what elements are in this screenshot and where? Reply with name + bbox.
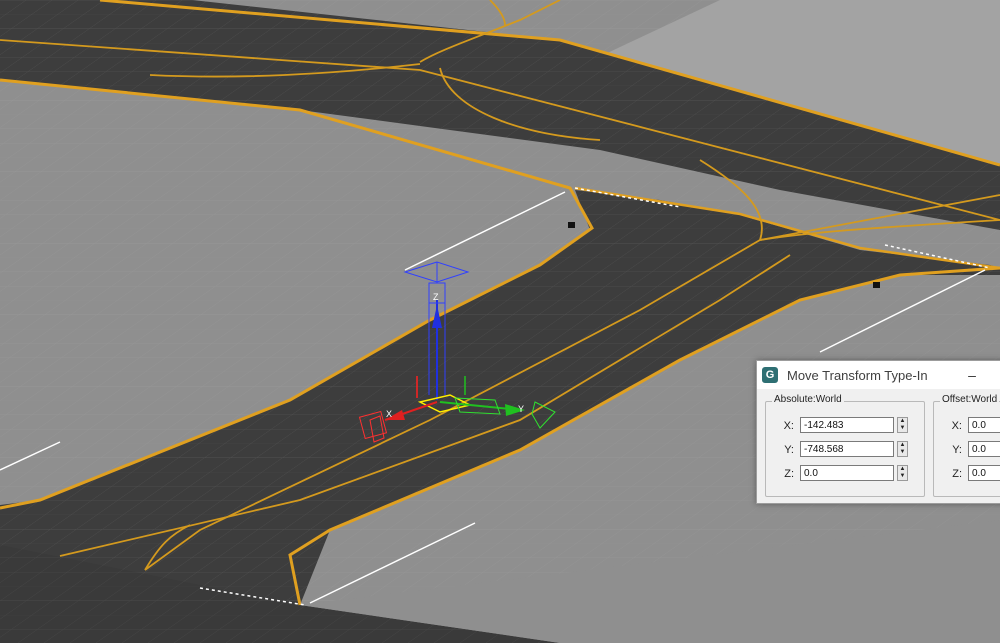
spinner-down-icon[interactable]: ▼ — [898, 473, 907, 480]
gizmo-y-label: Y — [518, 404, 524, 414]
spinner-up-icon[interactable]: ▲ — [898, 442, 907, 449]
abs-x-input[interactable]: -142.483 — [800, 417, 894, 433]
off-y-label: Y: — [952, 444, 962, 456]
spinner-down-icon[interactable]: ▼ — [898, 425, 907, 432]
spinner-down-icon[interactable]: ▼ — [898, 449, 907, 456]
abs-z-spinner[interactable]: ▲ ▼ — [897, 465, 908, 481]
move-transform-type-in-dialog[interactable]: G Move Transform Type-In – Absolute:Worl… — [756, 360, 1000, 504]
abs-z-label: Z: — [784, 468, 794, 480]
spinner-up-icon[interactable]: ▲ — [898, 418, 907, 425]
3ds-max-icon: G — [762, 367, 778, 383]
off-z-input[interactable]: 0.0 — [968, 465, 1000, 481]
off-x-input[interactable]: 0.0 — [968, 417, 1000, 433]
abs-y-spinner[interactable]: ▲ ▼ — [897, 441, 908, 457]
marker-left — [568, 222, 575, 228]
offset-world-group: Offset:World X: 0.0 Y: 0.0 Z: 0.0 — [933, 394, 1000, 497]
spinner-up-icon[interactable]: ▲ — [898, 466, 907, 473]
gizmo-x-label: X — [386, 409, 392, 419]
abs-y-input[interactable]: -748.568 — [800, 441, 894, 457]
3d-viewport[interactable]: Z X Y — [0, 0, 1000, 643]
dialog-title: Move Transform Type-In — [787, 367, 928, 383]
abs-y-label: Y: — [784, 444, 794, 456]
off-y-input[interactable]: 0.0 — [968, 441, 1000, 457]
abs-z-input[interactable]: 0.0 — [800, 465, 894, 481]
abs-x-spinner[interactable]: ▲ ▼ — [897, 417, 908, 433]
off-z-label: Z: — [952, 468, 962, 480]
absolute-world-label: Absolute:World — [772, 394, 844, 405]
dialog-titlebar[interactable]: G Move Transform Type-In – — [757, 361, 1000, 389]
minimize-button[interactable]: – — [961, 364, 983, 386]
off-x-label: X: — [951, 420, 962, 432]
marker-right — [873, 282, 880, 288]
abs-x-label: X: — [783, 420, 794, 432]
offset-world-label: Offset:World — [940, 394, 1000, 405]
absolute-world-group: Absolute:World X: -142.483 ▲ ▼ Y: -748.5… — [765, 394, 925, 497]
gizmo-z-label: Z — [433, 292, 439, 302]
